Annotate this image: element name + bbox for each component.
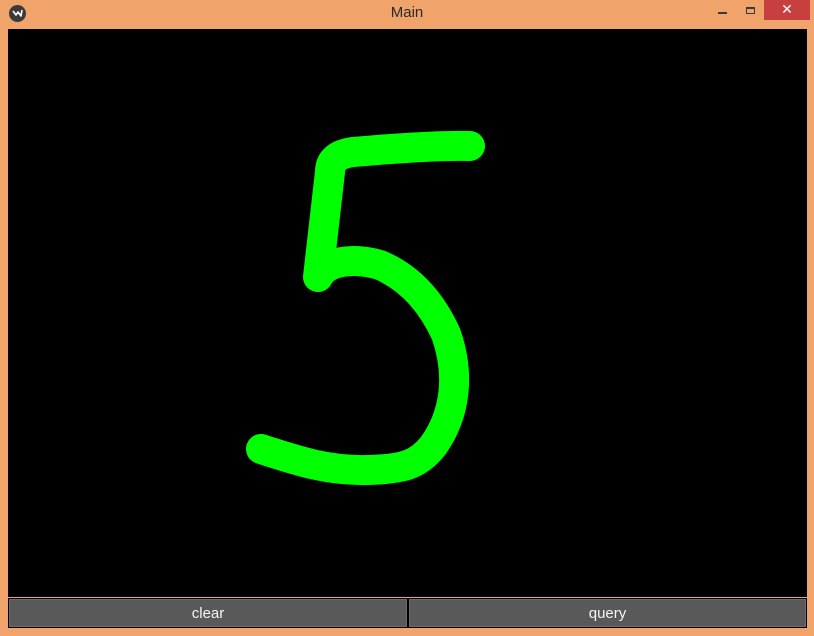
- close-button[interactable]: ✕: [764, 0, 810, 20]
- minimize-icon: [717, 12, 727, 14]
- close-icon: ✕: [781, 2, 793, 18]
- minimize-button[interactable]: [708, 0, 736, 20]
- maximize-icon: [745, 6, 755, 14]
- title-bar[interactable]: Main ✕: [0, 0, 814, 28]
- query-button[interactable]: query: [409, 599, 806, 627]
- button-bar: clear query: [8, 598, 807, 628]
- app-window: Main ✕ clear query: [0, 0, 814, 636]
- hand-drawn-five: [246, 130, 485, 486]
- maximize-button[interactable]: [736, 0, 764, 20]
- drawing-canvas[interactable]: [8, 29, 807, 597]
- drawn-digit-stroke: [246, 130, 485, 486]
- window-title: Main: [390, 4, 424, 21]
- clear-button[interactable]: clear: [9, 599, 407, 627]
